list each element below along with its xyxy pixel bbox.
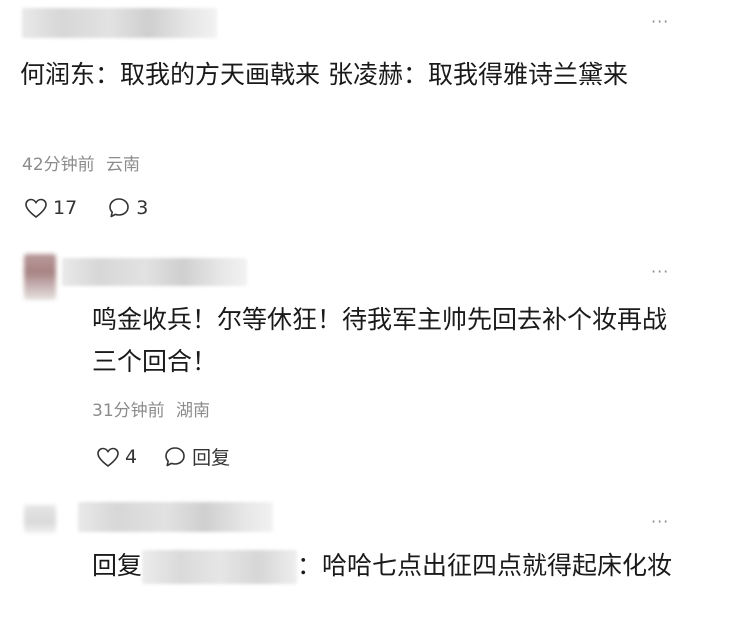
more-dots-icon[interactable]: ··· xyxy=(651,12,669,31)
comment-actions-1: 17 3 xyxy=(24,196,148,220)
blurred-username-1 xyxy=(22,8,217,38)
like-count-2: 4 xyxy=(125,445,138,468)
reply-prefix: 回复 xyxy=(92,551,143,580)
comment-time-2: 31分钟前 xyxy=(92,401,165,421)
comment-text-3: 回复 ：哈哈七点出征四点就得起床化妆 xyxy=(92,545,677,587)
comment-time-1: 42分钟前 xyxy=(22,155,95,175)
comment-text-2: 鸣金收兵！尔等休狂！待我军主帅先回去补个妆再战三个回合！ xyxy=(92,305,668,376)
reply-label-2: 回复 xyxy=(192,447,231,469)
comment-meta-2: 31分钟前 湖南 xyxy=(92,396,210,421)
like-button-2[interactable]: 4 xyxy=(96,446,137,468)
comment-meta-1: 42分钟前 云南 xyxy=(22,150,140,175)
more-dots-icon[interactable]: ··· xyxy=(651,512,669,531)
heart-outline-icon xyxy=(97,447,119,467)
comment-location-2: 湖南 xyxy=(176,401,211,421)
comment-bubble-icon xyxy=(109,198,129,218)
more-dots-icon[interactable]: ··· xyxy=(651,262,669,281)
blurred-username-3 xyxy=(78,502,273,532)
blurred-mention[interactable] xyxy=(142,550,298,584)
avatar[interactable] xyxy=(24,254,56,300)
reply-button-2[interactable]: 回复 xyxy=(163,443,230,470)
reply-button-1[interactable]: 3 xyxy=(107,196,148,220)
avatar[interactable] xyxy=(24,505,56,533)
reply-count-1: 3 xyxy=(136,197,149,219)
comment-location-1: 云南 xyxy=(106,155,141,175)
comment-text-1: 何润东：取我的方天画戟来 张凌赫：取我得雅诗兰黛来 xyxy=(20,60,628,89)
like-count-1: 17 xyxy=(53,197,78,219)
heart-outline-icon xyxy=(25,198,47,219)
reply-text-3: ：哈哈七点出征四点就得起床化妆 xyxy=(297,551,673,580)
blurred-username-2 xyxy=(62,258,247,286)
comment-actions-2: 4 回复 xyxy=(96,443,230,470)
comment-bubble-icon xyxy=(165,446,185,466)
like-button-1[interactable]: 17 xyxy=(24,197,77,219)
